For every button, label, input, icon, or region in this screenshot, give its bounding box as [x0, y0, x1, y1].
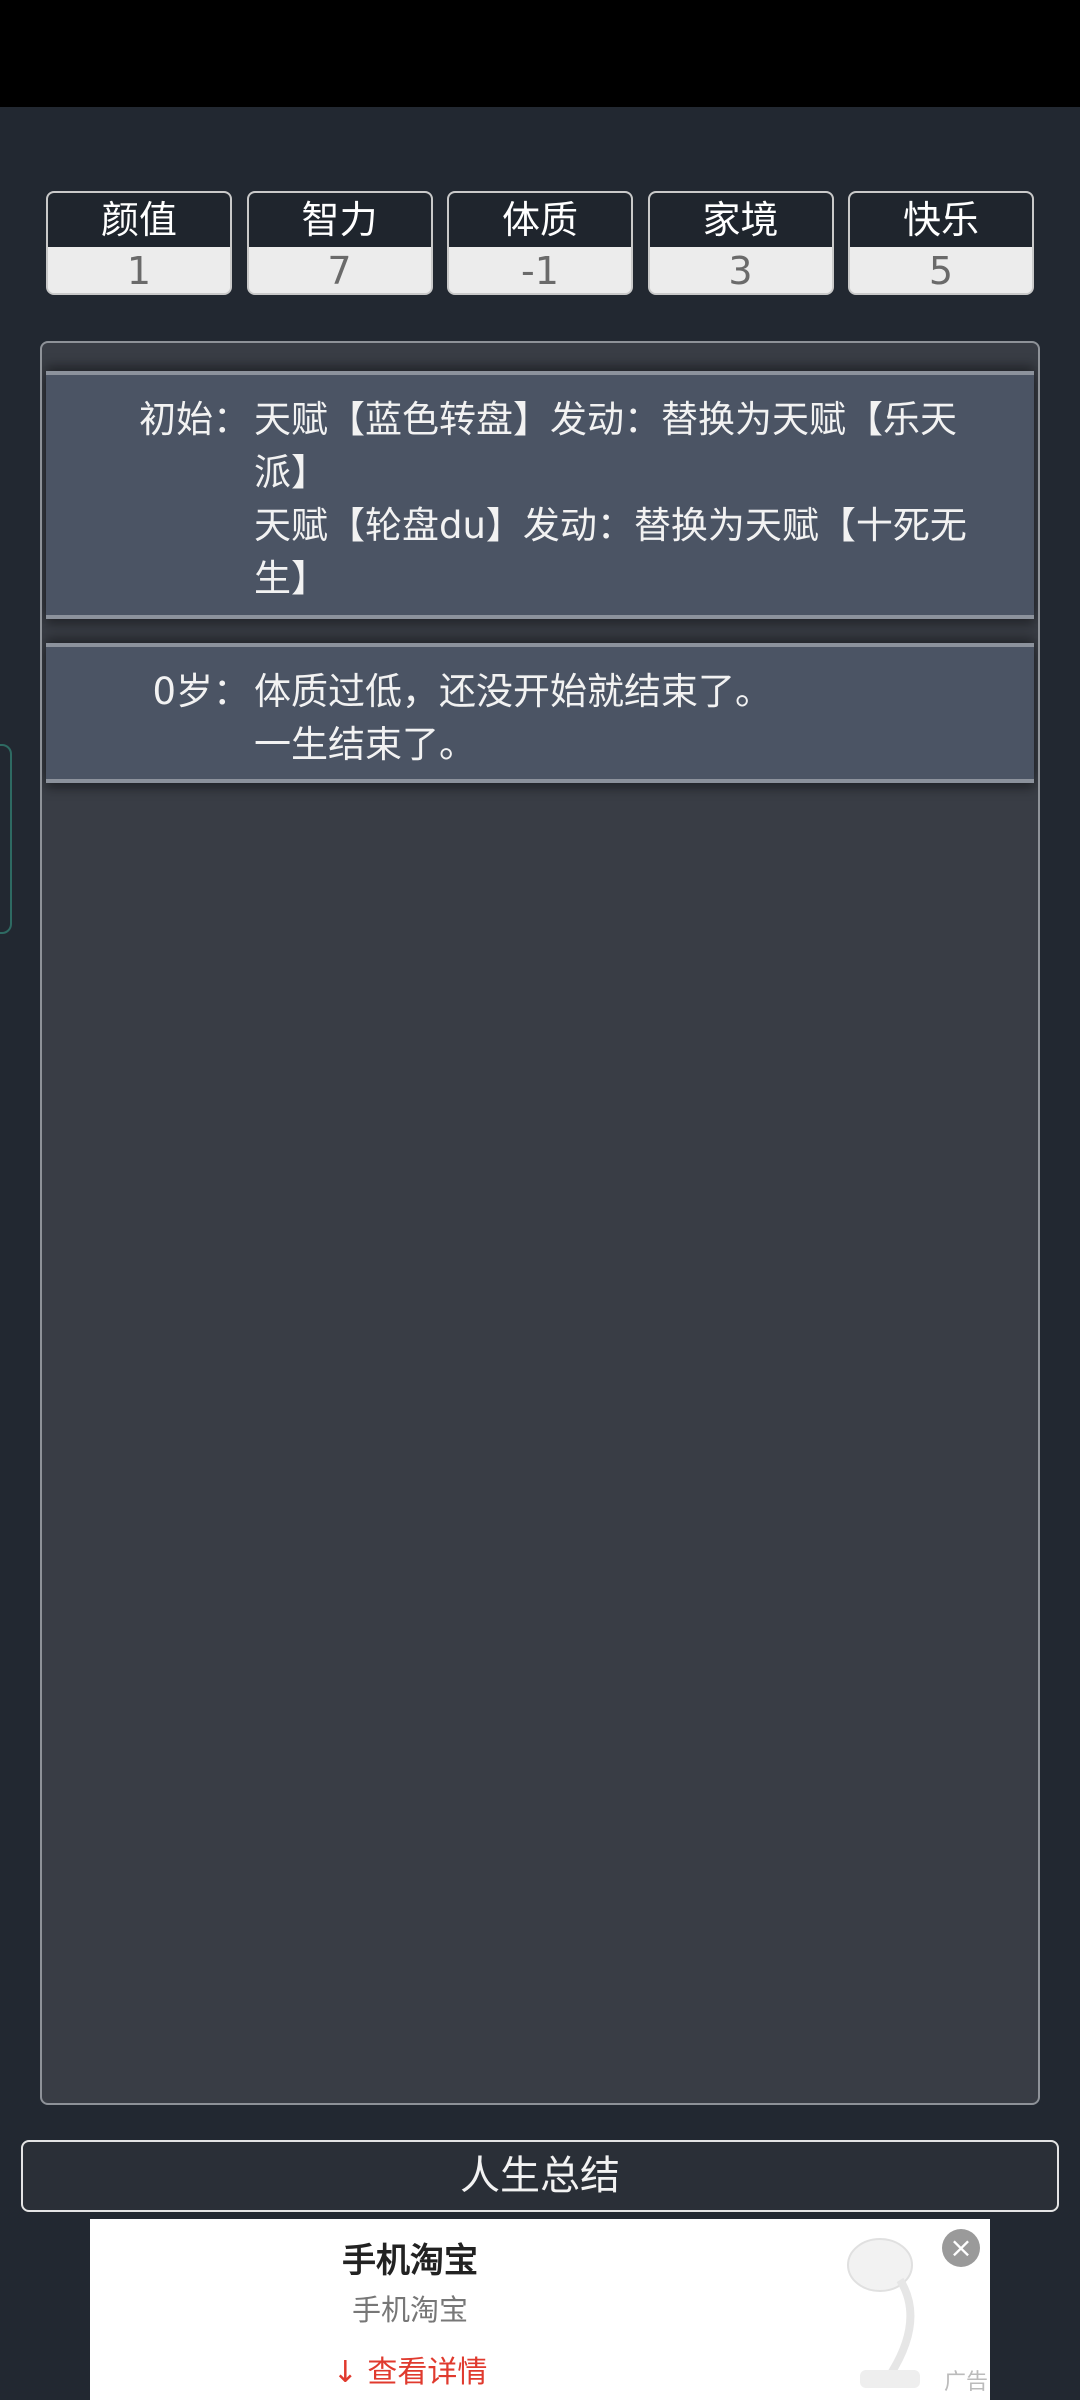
- ad-title: 手机淘宝: [342, 2241, 478, 2281]
- stat-label: 家境: [649, 193, 832, 247]
- close-icon[interactable]: ×: [942, 2229, 980, 2267]
- entry-age: 0岁：: [152, 670, 250, 713]
- stat-constitution: 体质 -1: [447, 191, 633, 295]
- download-arrow-icon: ↓: [332, 2355, 358, 2390]
- stats-bar: 颜值 1 智力 7 体质 -1 家境 3 快乐 5: [46, 191, 1034, 295]
- stat-happiness: 快乐 5: [848, 191, 1034, 295]
- ad-cta-label: 查看详情: [367, 2355, 488, 2390]
- ad-details-link[interactable]: ↓ 查看详情: [90, 2347, 730, 2391]
- entry-text: 天赋【蓝色转盘】发动：替换为天赋【乐天派】 天赋【轮盘du】发动：替换为天赋【十…: [250, 375, 1034, 615]
- entry-age: 初始：: [139, 398, 250, 441]
- entry-line: 一生结束了。: [254, 723, 476, 766]
- side-drawer-handle[interactable]: [0, 744, 12, 934]
- stat-value: 1: [48, 247, 230, 293]
- ad-subtitle: 手机淘宝: [351, 2293, 468, 2327]
- entry-line: 体质过低，还没开始就结束了。: [254, 670, 772, 713]
- ad-banner[interactable]: 手机淘宝 手机淘宝 ↓ 查看详情 × 广告: [90, 2219, 990, 2400]
- stat-value: 5: [850, 247, 1032, 293]
- stat-label: 颜值: [48, 193, 230, 247]
- stat-label: 智力: [248, 193, 431, 247]
- entry-line: 天赋【蓝色转盘】发动：替换为天赋【乐天派】: [254, 398, 957, 494]
- ad-badge: 广告: [943, 2370, 988, 2395]
- stat-label: 快乐: [850, 193, 1032, 247]
- entry-line: 天赋【轮盘du】发动：替换为天赋【十死无生】: [254, 504, 967, 600]
- stat-intelligence: 智力 7: [246, 191, 433, 295]
- stat-value: -1: [449, 247, 631, 293]
- desk-lamp-image: [847, 2238, 920, 2388]
- stat-value: 7: [248, 247, 431, 293]
- stat-label: 体质: [449, 193, 631, 247]
- stat-appearance: 颜值 1: [46, 191, 232, 295]
- log-entry: 初始： 天赋【蓝色转盘】发动：替换为天赋【乐天派】 天赋【轮盘du】发动：替换为…: [46, 371, 1034, 619]
- life-log-panel[interactable]: 初始： 天赋【蓝色转盘】发动：替换为天赋【乐天派】 天赋【轮盘du】发动：替换为…: [40, 341, 1040, 2105]
- life-summary-button[interactable]: 人生总结: [21, 2140, 1059, 2212]
- status-bar: [0, 0, 1080, 107]
- stat-value: 3: [649, 247, 832, 293]
- stat-family: 家境 3: [647, 191, 834, 295]
- log-entry: 0岁： 体质过低，还没开始就结束了。 一生结束了。: [46, 643, 1034, 783]
- entry-text: 体质过低，还没开始就结束了。 一生结束了。: [250, 647, 1034, 779]
